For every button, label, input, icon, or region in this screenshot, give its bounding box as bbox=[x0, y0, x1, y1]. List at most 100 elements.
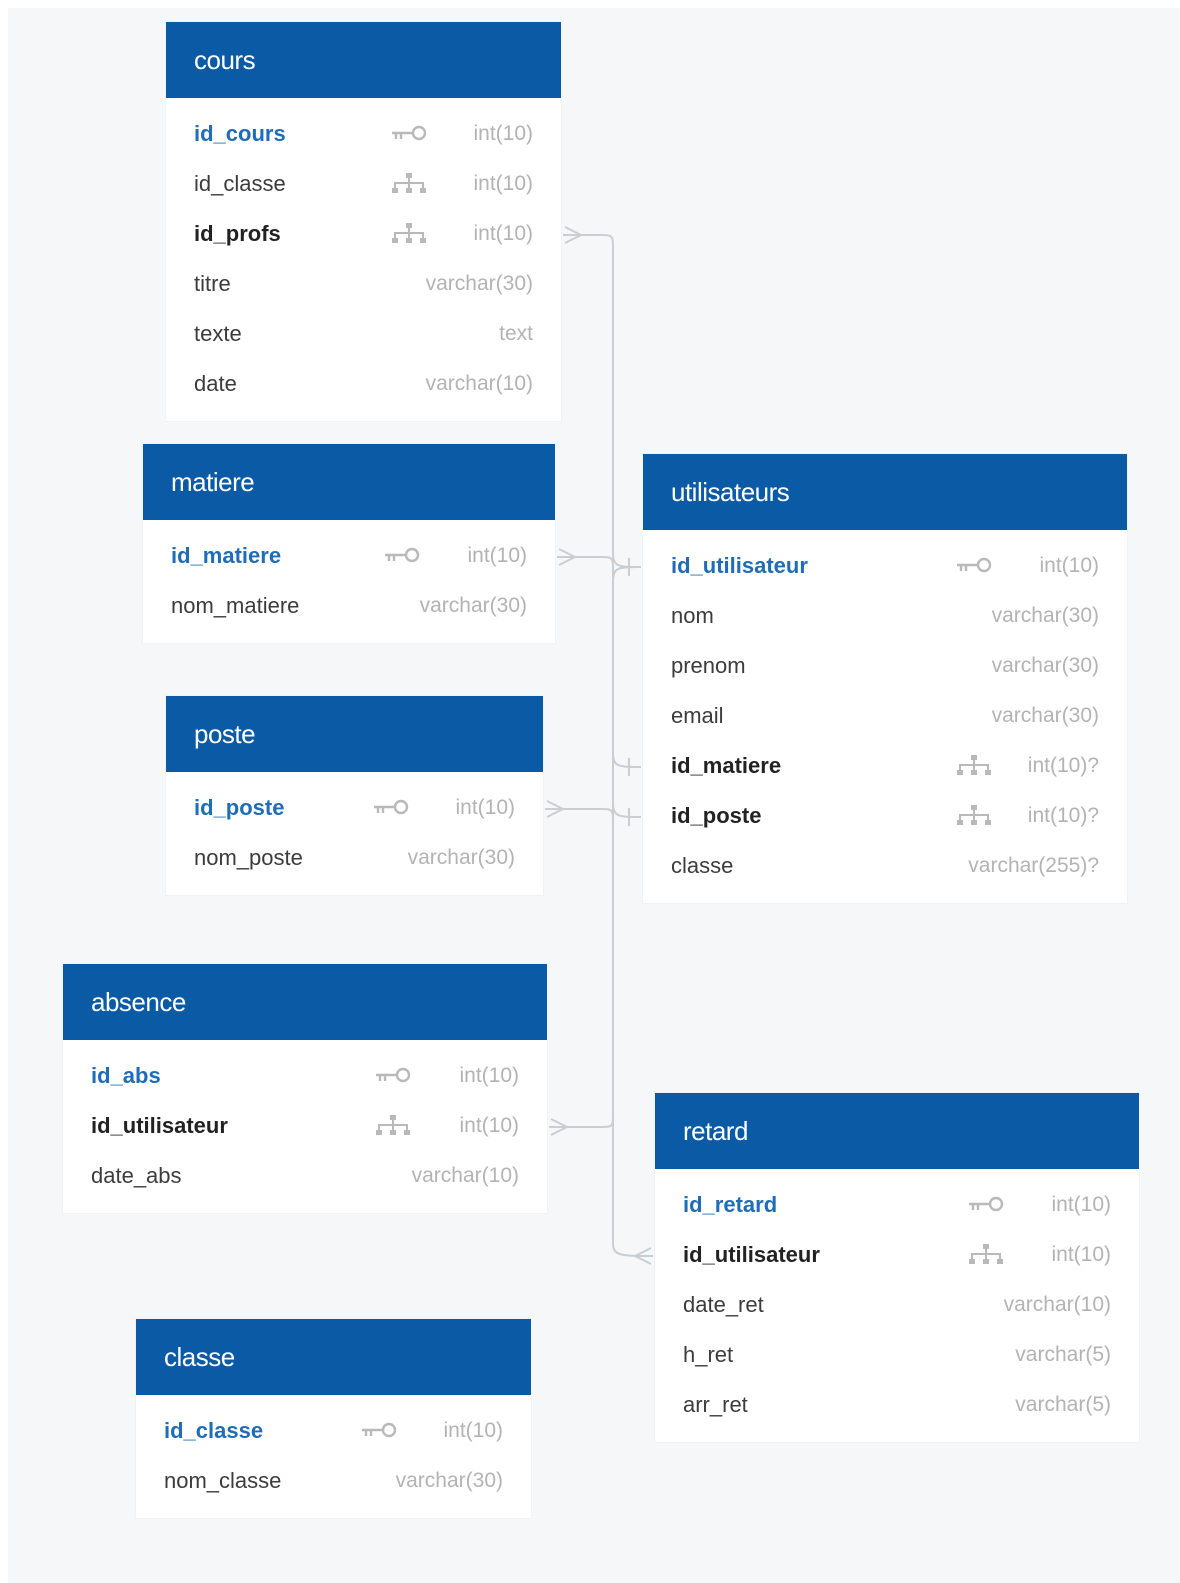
column-type: int(10) bbox=[473, 122, 533, 145]
table-retard[interactable]: retard id_retard int(10) id_utilisateur int(… bbox=[655, 1093, 1139, 1442]
table-header[interactable]: matiere bbox=[143, 444, 555, 520]
column-name: nom bbox=[671, 603, 714, 628]
column-row[interactable]: id_profs int(10) bbox=[166, 209, 561, 259]
column-type: varchar(10) bbox=[425, 372, 533, 395]
key-icon bbox=[374, 1065, 412, 1087]
column-row[interactable]: id_matiere int(10)? bbox=[643, 741, 1127, 791]
table-absence[interactable]: absence id_abs int(10) id_utilisateur int(10… bbox=[63, 964, 547, 1213]
column-row[interactable]: id_classe int(10) bbox=[136, 1406, 531, 1456]
table-columns: id_retard int(10) id_utilisateur int(10) dat… bbox=[655, 1169, 1139, 1442]
column-row[interactable]: id_utilisateur int(10) bbox=[63, 1101, 547, 1151]
table-columns: id_poste int(10) nom_poste varchar(30) bbox=[166, 772, 543, 895]
column-row[interactable]: id_poste int(10) bbox=[166, 783, 543, 833]
column-type: int(10) bbox=[473, 172, 533, 195]
column-type: int(10) bbox=[455, 796, 515, 819]
column-row[interactable]: classe varchar(255)? bbox=[643, 841, 1127, 891]
table-header[interactable]: utilisateurs bbox=[643, 454, 1127, 530]
column-name: nom_poste bbox=[194, 845, 303, 870]
column-row[interactable]: titre varchar(30) bbox=[166, 259, 561, 309]
column-type: varchar(30) bbox=[991, 704, 1099, 727]
column-row[interactable]: h_ret varchar(5) bbox=[655, 1330, 1139, 1380]
column-name: email bbox=[671, 703, 724, 728]
table-header[interactable]: cours bbox=[166, 22, 561, 98]
column-name: nom_classe bbox=[164, 1468, 282, 1493]
table-columns: id_cours int(10) id_classe int(10) id_profs i… bbox=[166, 98, 561, 421]
column-type: varchar(255)? bbox=[968, 854, 1099, 877]
key-icon bbox=[967, 1194, 1005, 1216]
column-name: id_retard bbox=[683, 1192, 778, 1217]
column-type: text bbox=[499, 322, 533, 345]
relation-icon bbox=[955, 805, 993, 827]
table-header[interactable]: absence bbox=[63, 964, 547, 1040]
table-header[interactable]: classe bbox=[136, 1319, 531, 1395]
column-name: titre bbox=[194, 271, 231, 296]
column-name: id_cours bbox=[194, 121, 286, 146]
column-type: int(10) bbox=[459, 1114, 519, 1137]
column-row[interactable]: id_cours int(10) bbox=[166, 109, 561, 159]
column-row[interactable]: id_utilisateur int(10) bbox=[643, 541, 1127, 591]
column-type: varchar(30) bbox=[407, 846, 515, 869]
relation-icon bbox=[390, 223, 428, 245]
key-icon bbox=[955, 555, 993, 577]
key-icon bbox=[372, 797, 410, 819]
column-name: date_ret bbox=[683, 1292, 764, 1317]
column-name: id_matiere bbox=[671, 753, 782, 778]
column-name: id_utilisateur bbox=[683, 1242, 820, 1267]
relation-icon bbox=[374, 1115, 412, 1137]
column-row[interactable]: nom_matiere varchar(30) bbox=[143, 581, 555, 631]
column-row[interactable]: id_poste int(10)? bbox=[643, 791, 1127, 841]
column-row[interactable]: nom varchar(30) bbox=[643, 591, 1127, 641]
table-header[interactable]: retard bbox=[655, 1093, 1139, 1169]
column-name: date bbox=[194, 371, 237, 396]
table-columns: id_matiere int(10) nom_matiere varchar(30) bbox=[143, 520, 555, 643]
table-classe[interactable]: classe id_classe int(10) nom_classe varchar(… bbox=[136, 1319, 531, 1518]
column-type: varchar(10) bbox=[1003, 1293, 1111, 1316]
table-cours[interactable]: cours id_cours int(10) id_classe int(10) id_p… bbox=[166, 22, 561, 421]
column-row[interactable]: prenom varchar(30) bbox=[643, 641, 1127, 691]
table-poste[interactable]: poste id_poste int(10) nom_poste varchar(30) bbox=[166, 696, 543, 895]
column-row[interactable]: arr_ret varchar(5) bbox=[655, 1380, 1139, 1430]
column-row[interactable]: id_matiere int(10) bbox=[143, 531, 555, 581]
column-name: id_classe bbox=[194, 171, 286, 196]
column-type: varchar(5) bbox=[1015, 1343, 1111, 1366]
column-row[interactable]: nom_poste varchar(30) bbox=[166, 833, 543, 883]
column-type: varchar(30) bbox=[419, 594, 527, 617]
column-type: varchar(30) bbox=[395, 1469, 503, 1492]
column-name: prenom bbox=[671, 653, 746, 678]
table-columns: id_classe int(10) nom_classe varchar(30) bbox=[136, 1395, 531, 1518]
column-name: id_profs bbox=[194, 221, 281, 246]
column-name: arr_ret bbox=[683, 1392, 748, 1417]
relation-icon bbox=[390, 173, 428, 195]
column-name: id_abs bbox=[91, 1063, 161, 1088]
column-row[interactable]: id_abs int(10) bbox=[63, 1051, 547, 1101]
column-name: classe bbox=[671, 853, 734, 878]
column-row[interactable]: date varchar(10) bbox=[166, 359, 561, 409]
column-type: varchar(5) bbox=[1015, 1393, 1111, 1416]
column-row[interactable]: date_abs varchar(10) bbox=[63, 1151, 547, 1201]
table-columns: id_abs int(10) id_utilisateur int(10) date_a… bbox=[63, 1040, 547, 1213]
column-row[interactable]: id_utilisateur int(10) bbox=[655, 1230, 1139, 1280]
column-type: int(10) bbox=[1051, 1243, 1111, 1266]
column-row[interactable]: id_classe int(10) bbox=[166, 159, 561, 209]
column-row[interactable]: id_retard int(10) bbox=[655, 1180, 1139, 1230]
column-name: id_poste bbox=[671, 803, 762, 828]
column-row[interactable]: nom_classe varchar(30) bbox=[136, 1456, 531, 1506]
table-header[interactable]: poste bbox=[166, 696, 543, 772]
column-type: int(10) bbox=[1039, 554, 1099, 577]
column-type: int(10)? bbox=[1027, 754, 1099, 777]
key-icon bbox=[360, 1420, 398, 1442]
table-matiere[interactable]: matiere id_matiere int(10) nom_matiere varch… bbox=[143, 444, 555, 643]
column-type: int(10)? bbox=[1027, 804, 1099, 827]
column-row[interactable]: email varchar(30) bbox=[643, 691, 1127, 741]
table-utilisateurs[interactable]: utilisateurs id_utilisateur int(10) nom varc… bbox=[643, 454, 1127, 903]
column-type: varchar(30) bbox=[425, 272, 533, 295]
column-name: date_abs bbox=[91, 1163, 182, 1188]
column-type: int(10) bbox=[467, 544, 527, 567]
column-name: id_classe bbox=[164, 1418, 264, 1443]
key-icon bbox=[383, 545, 421, 567]
column-type: int(10) bbox=[459, 1064, 519, 1087]
column-type: varchar(30) bbox=[991, 654, 1099, 677]
column-name: id_matiere bbox=[171, 543, 282, 568]
column-row[interactable]: date_ret varchar(10) bbox=[655, 1280, 1139, 1330]
column-row[interactable]: texte text bbox=[166, 309, 561, 359]
